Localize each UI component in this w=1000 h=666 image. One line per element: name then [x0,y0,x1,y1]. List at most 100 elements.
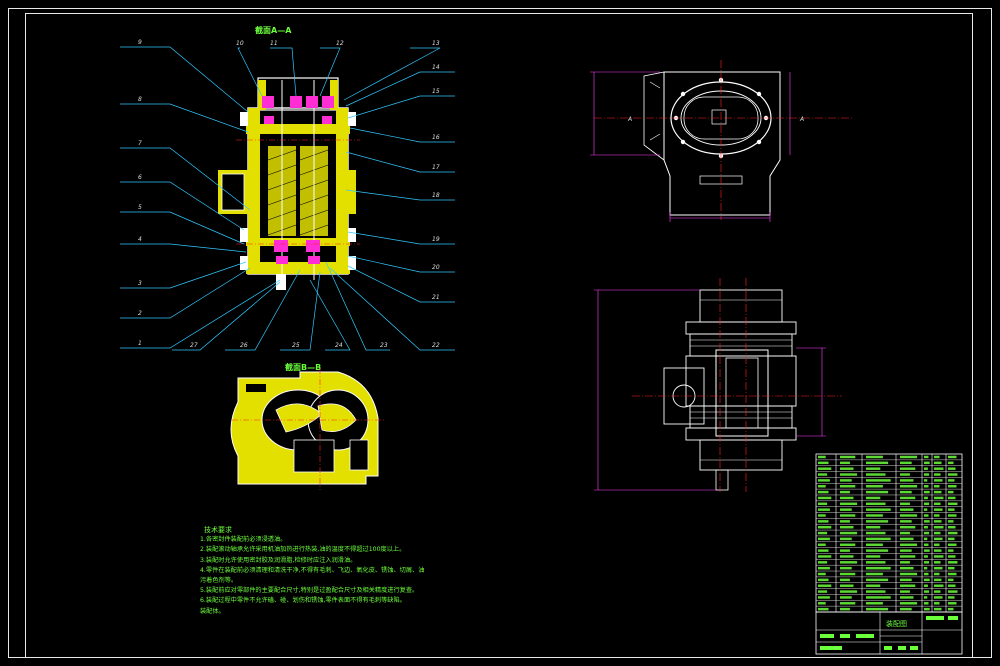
parts-cell-glyph [900,549,912,552]
parts-cell-glyph [924,555,928,558]
callout-20: 20 [432,264,440,271]
callout-15: 15 [432,88,440,95]
parts-cell-glyph [934,525,944,529]
parts-cell-glyph [866,514,883,517]
parts-cell-glyph [948,555,956,558]
parts-cell-glyph [948,543,957,546]
parts-cell-glyph [948,514,957,517]
parts-cell-glyph [900,566,914,570]
parts-cell-glyph [840,479,852,482]
parts-cell-glyph [948,537,955,541]
parts-cell-glyph [948,502,958,506]
parts-cell-glyph [866,485,883,488]
parts-cell-glyph [840,590,858,593]
technical-notes: 技术要求 1.各密封件装配前必须浸透油。 2.装配滚动轴承允许采用机油加热进行热… [200,525,500,617]
parts-cell-glyph [934,537,943,541]
parts-cell-glyph [818,602,826,605]
callout-27: 27 [190,342,198,349]
parts-cell-glyph [900,602,918,605]
parts-cell-glyph [840,602,856,605]
parts-cell-glyph [948,461,954,465]
parts-cell-glyph [900,502,910,506]
parts-cell-glyph [818,520,829,523]
parts-cell-glyph [866,543,883,546]
parts-cell-glyph [900,496,916,500]
parts-cell-glyph [924,543,929,546]
callout-6: 6 [138,174,142,181]
parts-cell-glyph [934,572,940,576]
parts-cell-glyph [924,461,930,465]
callout-12: 12 [336,40,344,47]
parts-cell-glyph [866,531,886,535]
parts-cell-glyph [948,607,954,611]
callout-7: 7 [138,140,142,147]
note-line-1: 1.各密封件装配前必须浸透油。 [200,536,287,544]
parts-cell-glyph [866,578,889,582]
parts-cell-glyph [866,467,881,470]
parts-cell-glyph [900,555,916,558]
parts-cell-glyph [818,508,830,511]
parts-cell-glyph [840,496,854,500]
parts-cell-glyph [948,578,954,582]
parts-cell-glyph [818,537,830,541]
parts-cell-glyph [866,596,891,599]
parts-cell-glyph [818,496,832,500]
parts-cell-glyph [866,490,889,494]
drawing-name: 装配图 [886,619,907,628]
parts-cell-glyph [840,584,854,587]
callout-25: 25 [292,342,300,349]
parts-cell-glyph [934,508,943,511]
parts-cell-glyph [948,490,954,494]
parts-cell-glyph [866,496,881,500]
parts-cell-glyph [866,525,881,529]
parts-cell-glyph [934,555,944,558]
parts-cell-glyph [818,561,828,564]
parts-cell-glyph [840,607,850,611]
parts-cell-glyph [948,590,958,593]
parts-cell-glyph [900,479,914,482]
note-line-3: 3.装配时允许使用密封胶及润滑脂,检修时应注入润滑油。 [200,556,357,564]
parts-cell-glyph [840,566,852,570]
parts-cell-glyph [818,549,829,552]
parts-cell-glyph [818,566,830,570]
parts-cell-glyph [948,549,954,552]
parts-cell-glyph [900,607,912,611]
parts-cell-glyph [924,602,929,605]
parts-cell-glyph [924,549,930,552]
parts-cell-glyph [948,584,956,587]
parts-cell-glyph [900,584,916,587]
parts-cell-glyph [818,531,828,535]
parts-cell-glyph [840,596,852,599]
parts-cell-glyph [840,543,856,546]
parts-cell-glyph [900,578,912,582]
parts-cell-glyph [924,566,928,570]
parts-cell-glyph [924,496,928,500]
callout-11: 11 [270,40,278,47]
parts-cell-glyph [840,473,858,476]
parts-cell-glyph [934,473,941,476]
parts-cell-glyph [866,566,891,570]
parts-cell-glyph [900,543,918,546]
callout-2: 2 [138,310,142,317]
title-block: 装配图 [815,611,963,655]
parts-cell-glyph [900,455,918,459]
parts-cell-glyph [840,531,858,535]
parts-cell-glyph [866,520,889,523]
parts-cell-glyph [934,514,940,517]
parts-cell-glyph [924,508,928,511]
parts-cell-glyph [948,496,956,500]
parts-cell-glyph [948,596,955,599]
callout-24: 24 [335,342,343,349]
parts-cell-glyph [924,490,930,494]
parts-cell-glyph [924,514,929,517]
callout-5: 5 [138,204,142,211]
parts-cell-glyph [900,572,918,576]
parts-cell-glyph [948,455,957,459]
drawing-sheet: 截面A—A 9 8 7 6 5 4 3 2 1 10 11 12 13 14 1… [0,0,1000,666]
section-aa-view: 截面A—A 9 8 7 6 5 4 3 2 1 10 11 12 13 14 1… [120,25,455,351]
callout-13: 13 [432,40,440,47]
parts-cell-glyph [924,584,928,587]
parts-cell-glyph [934,590,941,593]
callout-19: 19 [432,236,440,243]
parts-cell-glyph [924,525,928,529]
